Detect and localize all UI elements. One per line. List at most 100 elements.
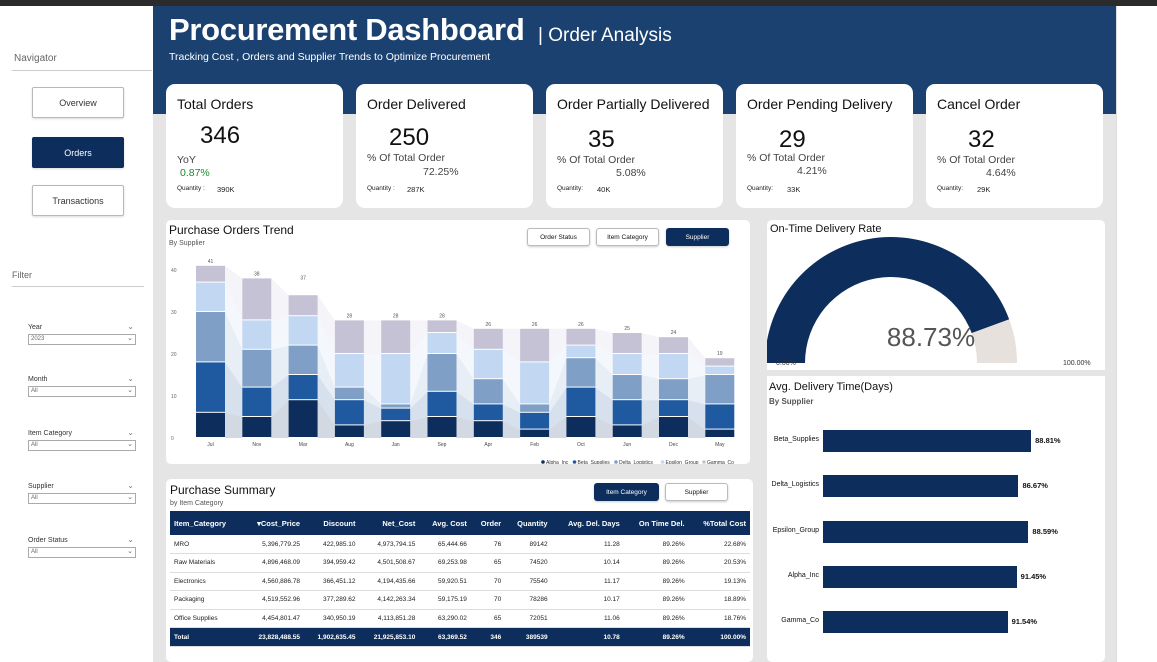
column-header-sorted[interactable]: ▾Cost_Price xyxy=(242,511,305,535)
table-cell: 19.13% xyxy=(688,572,750,591)
column-header[interactable]: Item_Category xyxy=(170,511,243,535)
card-value: 35 xyxy=(588,126,615,153)
table-row[interactable]: MRO 5,396,779.25 422,985.10 4,973,794.15 65,… xyxy=(170,535,750,554)
card-percent: 72.25% xyxy=(423,166,459,178)
bar-value-label: 88.81% xyxy=(1035,436,1061,445)
table-cell: 65 xyxy=(470,609,506,628)
table-row[interactable]: Office Supplies 4,454,801.47 340,950.19 4,1… xyxy=(170,609,750,628)
column-header[interactable]: On Time Del. xyxy=(623,511,689,535)
bar-total-label: 24 xyxy=(671,330,677,336)
supplier-button[interactable]: Supplier xyxy=(665,483,728,501)
item-category-button[interactable]: Item Category xyxy=(594,483,659,501)
slicer-dropdown[interactable]: All ⌄ xyxy=(28,493,136,504)
bar-category-label: Delta_Logistics xyxy=(771,481,819,489)
slicer-order-status[interactable]: Order Status ⌄ All ⌄ xyxy=(28,535,136,558)
bar-segment xyxy=(566,358,596,387)
bar-total-label: 26 xyxy=(578,322,584,328)
slicer-dropdown[interactable]: All ⌄ xyxy=(28,440,136,451)
column-header[interactable]: Avg. Del. Days xyxy=(551,511,624,535)
card-title: Order Delivered xyxy=(367,96,466,112)
slicer-dropdown[interactable]: All ⌄ xyxy=(28,386,136,397)
table-cell: 89.26% xyxy=(623,590,689,610)
table-cell: 422,985.10 xyxy=(304,535,360,554)
bar-segment xyxy=(612,375,642,400)
slicer-item-category[interactable]: Item Category ⌄ All ⌄ xyxy=(28,428,136,451)
bar-category-label: Epsilon_Group xyxy=(772,526,819,534)
chevron-down-icon[interactable]: ⌄ xyxy=(127,481,134,490)
y-tick-label: 10 xyxy=(171,394,177,400)
table-cell: MRO xyxy=(170,535,243,554)
table-cell: 11.17 xyxy=(551,572,624,591)
table-row[interactable]: Electronics 4,560,886.78 366,451.12 4,194,4… xyxy=(170,572,750,591)
table-row[interactable]: Packaging 4,519,552.96 377,289.62 4,142,263… xyxy=(170,590,750,610)
series-ribbon xyxy=(641,375,659,401)
table-cell: 340,950.19 xyxy=(304,609,360,628)
slicer-month[interactable]: Month ⌄ All ⌄ xyxy=(28,374,136,397)
bar-value-label: 91.54% xyxy=(1011,617,1038,627)
bar-segment xyxy=(659,354,688,379)
column-header[interactable]: %Total Cost xyxy=(688,511,750,535)
slicer-label: Order Status xyxy=(28,537,68,544)
table-cell: Total xyxy=(170,627,243,647)
nav-orders-button[interactable]: Orders xyxy=(32,137,124,168)
card-title: Total Orders xyxy=(177,96,254,112)
column-header[interactable]: Net_Cost xyxy=(359,511,420,535)
legend-marker xyxy=(614,460,618,464)
bar-total-label: 37 xyxy=(300,276,306,282)
page-subtitle: | Order Analysis xyxy=(538,25,672,46)
legend-marker xyxy=(660,460,665,464)
legend-marker xyxy=(572,460,577,464)
bar-total-label: 38 xyxy=(254,271,260,277)
card-percent: 4.21% xyxy=(797,165,827,177)
card-value: 29 xyxy=(779,126,806,153)
card-quantity: 287K xyxy=(407,185,425,194)
card-title: Order Partially Delivered xyxy=(557,96,710,112)
bar[interactable] xyxy=(823,430,1032,452)
summary-subtitle: by Item Category xyxy=(170,500,224,507)
bar-segment xyxy=(473,328,503,349)
bar-segment xyxy=(659,337,688,353)
slicer-supplier[interactable]: Supplier ⌄ All ⌄ xyxy=(28,481,136,504)
table-row[interactable]: Raw Materials 4,896,468.09 394,959.42 4,501… xyxy=(170,553,750,573)
legend-entry: Beta_Supplies xyxy=(578,460,611,464)
slicer-dropdown[interactable]: 2023 ⌄ xyxy=(28,334,136,345)
card-percent: 5.08% xyxy=(616,167,646,179)
chevron-down-icon[interactable]: ⌄ xyxy=(127,428,134,437)
table-cell: 4,194,435.66 xyxy=(359,572,420,591)
chevron-down-icon[interactable]: ⌄ xyxy=(127,322,134,331)
table-cell: 70 xyxy=(470,572,506,591)
column-header[interactable]: Avg. Cost xyxy=(419,511,471,535)
chevron-down-icon[interactable]: ⌄ xyxy=(127,535,134,544)
legend-marker xyxy=(702,460,706,464)
table-cell: 20.53% xyxy=(688,553,750,573)
column-header[interactable]: Quantity xyxy=(505,511,552,535)
table-cell: 75540 xyxy=(505,572,552,591)
slicer-dropdown[interactable]: All ⌄ xyxy=(28,547,136,558)
series-ribbon xyxy=(641,333,659,354)
x-tick-label: Jul xyxy=(207,442,213,448)
bar-segment xyxy=(288,375,318,400)
bar[interactable] xyxy=(823,611,1008,634)
bar-segment xyxy=(520,404,550,412)
x-tick-label: Feb xyxy=(530,442,539,448)
column-header[interactable]: Discount xyxy=(304,511,360,535)
nav-overview-button[interactable]: Overview xyxy=(32,87,124,118)
card-title: Cancel Order xyxy=(937,96,1021,112)
bar-segment xyxy=(612,354,642,374)
column-header[interactable]: Order xyxy=(470,511,506,535)
divider xyxy=(12,286,144,287)
x-tick-label: Jan xyxy=(392,442,400,448)
slicer-year[interactable]: Year ⌄ 2023 ⌄ xyxy=(28,322,136,345)
nav-transactions-button[interactable]: Transactions xyxy=(32,185,124,216)
card-quantity-label: Quantity : xyxy=(177,185,205,192)
card-value: 250 xyxy=(389,124,430,151)
table-cell: 10.78 xyxy=(551,627,624,647)
kpi-card-order-delivered: Order Delivered 250 % Of Total Order 72.… xyxy=(356,84,533,208)
chevron-down-icon[interactable]: ⌄ xyxy=(127,374,134,383)
bar[interactable] xyxy=(823,520,1029,543)
bar[interactable] xyxy=(823,475,1019,498)
bar[interactable] xyxy=(823,565,1017,588)
bar-segment xyxy=(288,400,318,437)
delivery-panel: On-Time Delivery Rate 88.73% 0.00% 100.0… xyxy=(767,220,1105,662)
bar-segment xyxy=(242,278,272,320)
